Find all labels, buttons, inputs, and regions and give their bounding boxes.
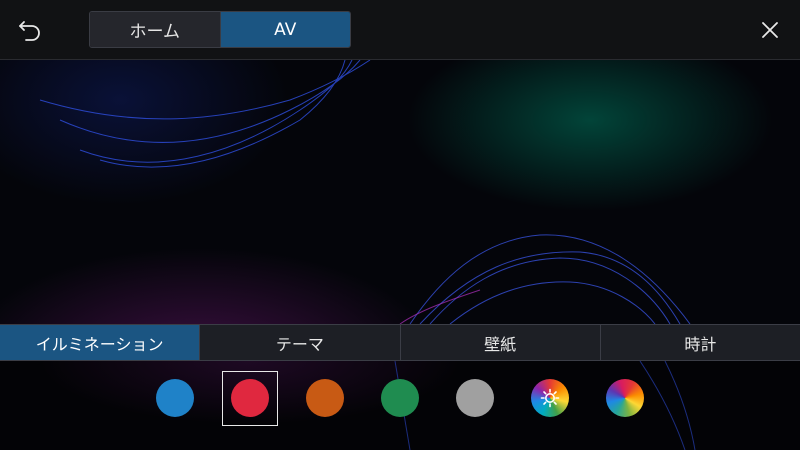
tab-av[interactable]: AV: [219, 12, 350, 47]
swatch-red[interactable]: [231, 379, 269, 417]
settings-tab-bar: イルミネーション テーマ 壁紙 時計: [0, 324, 800, 361]
close-icon: [762, 22, 778, 38]
top-bar: ホーム AV: [0, 0, 800, 60]
tab-clock[interactable]: 時計: [599, 325, 800, 360]
mode-segmented-control: ホーム AV: [89, 11, 351, 48]
tab-theme[interactable]: テーマ: [199, 325, 399, 360]
swatch-orange[interactable]: [306, 379, 344, 417]
swatch-custom-adjust[interactable]: [531, 379, 569, 417]
swatch-gray[interactable]: [456, 379, 494, 417]
gear-icon: [540, 388, 560, 408]
swatch-blue[interactable]: [156, 379, 194, 417]
back-button[interactable]: [12, 12, 48, 48]
illumination-preview: [0, 60, 800, 324]
tab-illumination[interactable]: イルミネーション: [0, 325, 200, 360]
back-arrow-icon: [19, 21, 40, 41]
tab-home[interactable]: ホーム: [90, 12, 220, 47]
tab-wallpaper[interactable]: 壁紙: [399, 325, 600, 360]
color-swatch-row: [0, 361, 800, 450]
swatch-green[interactable]: [381, 379, 419, 417]
swatch-rainbow[interactable]: [606, 379, 644, 417]
close-button[interactable]: [752, 12, 788, 48]
decorative-wave-lines: [39, 60, 691, 324]
